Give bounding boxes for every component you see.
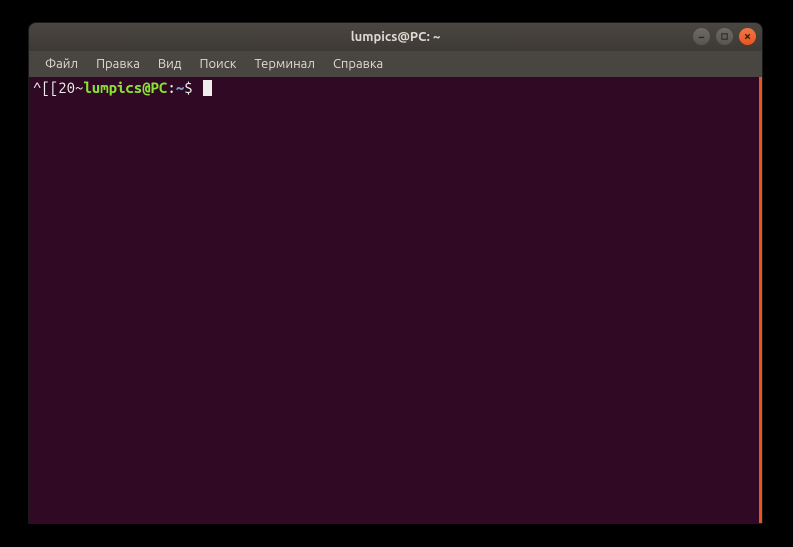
- menu-view[interactable]: Вид: [150, 53, 190, 75]
- menu-edit[interactable]: Правка: [88, 53, 148, 75]
- terminal-body[interactable]: ^[[20~lumpics@PC:~$: [29, 77, 762, 523]
- titlebar[interactable]: lumpics@PC: ~: [29, 23, 762, 51]
- menubar: Файл Правка Вид Поиск Терминал Справка: [29, 51, 762, 77]
- terminal-window: lumpics@PC: ~ Файл Правка Вид Поиск Терм…: [28, 22, 763, 524]
- minimize-button[interactable]: [693, 28, 710, 45]
- window-controls: [693, 28, 756, 45]
- close-icon: [743, 32, 752, 41]
- menu-terminal[interactable]: Терминал: [246, 53, 322, 75]
- menu-file[interactable]: Файл: [37, 53, 86, 75]
- escape-sequence: ^[[20~: [33, 79, 83, 97]
- close-button[interactable]: [739, 28, 756, 45]
- menu-help[interactable]: Справка: [325, 53, 391, 75]
- cursor: [203, 80, 212, 96]
- maximize-button[interactable]: [716, 28, 733, 45]
- current-path: ~: [176, 79, 184, 97]
- window-title: lumpics@PC: ~: [351, 30, 441, 44]
- menu-search[interactable]: Поиск: [191, 53, 244, 75]
- minimize-icon: [697, 32, 706, 41]
- maximize-icon: [720, 32, 729, 41]
- colon: :: [167, 79, 175, 97]
- user-host: lumpics@PC: [83, 79, 167, 97]
- prompt-line: ^[[20~lumpics@PC:~$: [33, 79, 755, 97]
- prompt-symbol: $: [184, 79, 201, 97]
